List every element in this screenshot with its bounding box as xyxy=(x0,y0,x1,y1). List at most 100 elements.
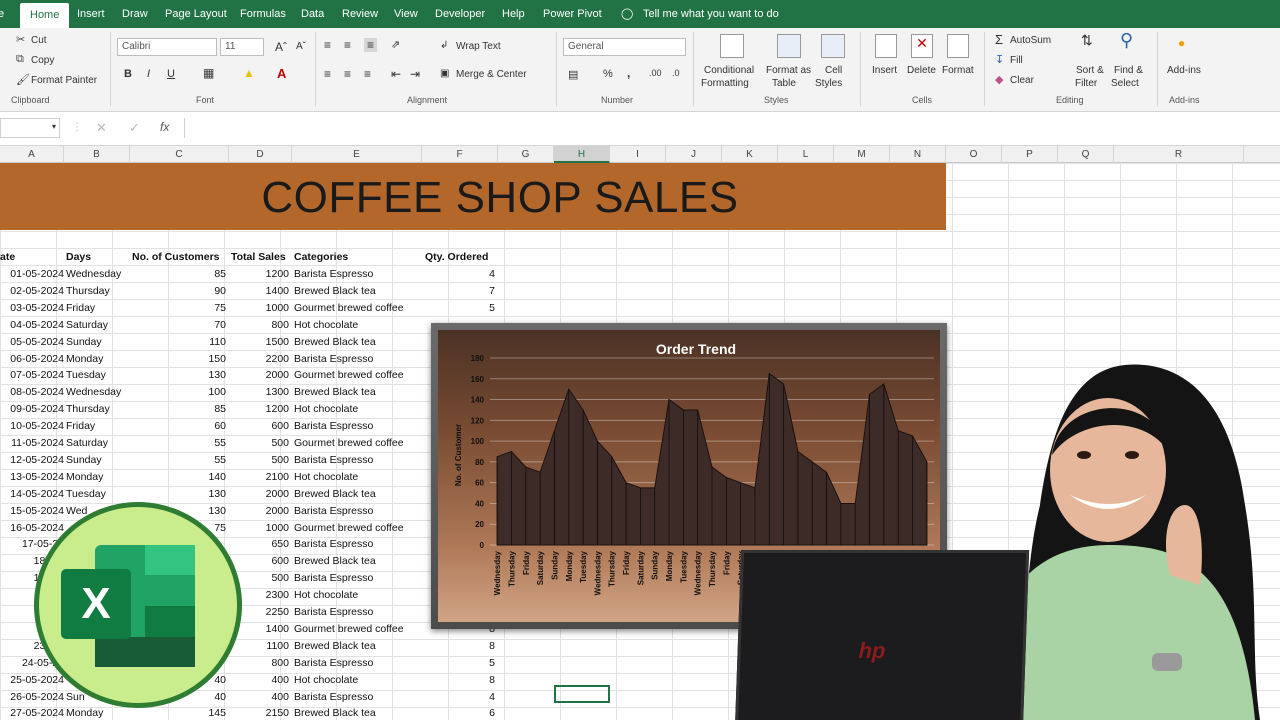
cell-category[interactable]: Gourmet brewed coffee xyxy=(294,435,420,452)
tab-help[interactable]: Help xyxy=(502,0,525,28)
cell-date[interactable]: 02-05-2024 xyxy=(0,283,64,300)
insert-cells-button[interactable]: Insert xyxy=(872,65,897,76)
cell-day[interactable]: Tuesday xyxy=(66,367,128,384)
tell-me-search[interactable]: Tell me what you want to do xyxy=(643,0,779,28)
fill-button[interactable]: Fill xyxy=(1010,55,1023,66)
cell-category[interactable]: Barista Espresso xyxy=(294,418,420,435)
cell-day[interactable]: Sunday xyxy=(66,334,128,351)
cut-button[interactable]: Cut xyxy=(31,35,47,46)
format-cells-icon[interactable] xyxy=(947,34,969,58)
cell-qty[interactable]: 5 xyxy=(424,655,495,672)
decrease-decimal-icon[interactable]: .0 xyxy=(672,68,680,78)
delete-cells-icon[interactable]: ✕ xyxy=(911,34,933,58)
fill-color-icon[interactable]: ▲ xyxy=(243,66,255,80)
cell-customers[interactable]: 75 xyxy=(130,300,226,317)
sort-filter-button[interactable]: Sort & xyxy=(1076,65,1104,76)
increase-font-icon[interactable]: Aˆ xyxy=(275,40,287,54)
tab-view[interactable]: View xyxy=(394,0,418,28)
addins-icon[interactable]: ● xyxy=(1178,36,1185,50)
cell-total-sales[interactable]: 2200 xyxy=(229,351,289,368)
cell-qty[interactable]: 4 xyxy=(424,266,495,283)
cell-category[interactable]: Brewed Black tea xyxy=(294,334,420,351)
insert-function-button[interactable]: fx xyxy=(160,120,169,134)
cell-date[interactable]: 01-05-2024 xyxy=(0,266,64,283)
cell-total-sales[interactable]: 2000 xyxy=(229,367,289,384)
cell-qty[interactable]: 5 xyxy=(424,300,495,317)
clear-button[interactable]: Clear xyxy=(1010,75,1034,86)
drag-handle-icon[interactable]: ⋮ xyxy=(72,122,82,133)
cell-category[interactable]: Barista Espresso xyxy=(294,503,420,520)
eraser-icon[interactable]: ◆ xyxy=(995,73,1003,86)
cell-total-sales[interactable]: 500 xyxy=(229,452,289,469)
cell-qty[interactable]: 7 xyxy=(424,283,495,300)
tab-data[interactable]: Data xyxy=(301,0,324,28)
tab-home[interactable]: Home xyxy=(20,3,70,28)
column-header-k[interactable]: K xyxy=(722,146,778,163)
cell-total-sales[interactable]: 1000 xyxy=(229,520,289,537)
cell-date[interactable]: 13-05-2024 xyxy=(0,469,64,486)
cell-styles-icon[interactable] xyxy=(821,34,845,58)
align-center-icon[interactable]: ≡ xyxy=(344,67,351,81)
cell-category[interactable]: Barista Espresso xyxy=(294,452,420,469)
column-header-d[interactable]: D xyxy=(229,146,292,163)
cell-category[interactable]: Brewed Black tea xyxy=(294,638,420,655)
cell-date[interactable]: 05-05-2024 xyxy=(0,334,64,351)
underline-button[interactable]: U xyxy=(167,68,175,80)
cell-total-sales[interactable]: 1000 xyxy=(229,300,289,317)
format-as-table-icon[interactable] xyxy=(777,34,801,58)
cell-customers[interactable]: 70 xyxy=(130,317,226,334)
cell-total-sales[interactable]: 800 xyxy=(229,317,289,334)
cell-category[interactable]: Brewed Black tea xyxy=(294,283,420,300)
wrap-text-icon[interactable]: ↲ xyxy=(440,40,448,51)
tab-page-layout[interactable]: Page Layout xyxy=(165,0,227,28)
cell-category[interactable]: Brewed Black tea xyxy=(294,486,420,503)
column-header-b[interactable]: B xyxy=(64,146,130,163)
column-header-f[interactable]: F xyxy=(422,146,498,163)
column-header-g[interactable]: G xyxy=(498,146,554,163)
merge-center-button[interactable]: Merge & Center xyxy=(456,69,527,80)
cell-category[interactable]: Hot chocolate xyxy=(294,401,420,418)
sort-filter-label[interactable]: Filter xyxy=(1075,78,1097,89)
cell-total-sales[interactable]: 2100 xyxy=(229,469,289,486)
cell-total-sales[interactable]: 1400 xyxy=(229,283,289,300)
cell-date[interactable]: 10-05-2024 xyxy=(0,418,64,435)
column-header-q[interactable]: Q xyxy=(1058,146,1114,163)
column-header-l[interactable]: L xyxy=(778,146,834,163)
find-select-button[interactable]: Find & xyxy=(1114,65,1143,76)
tab-draw[interactable]: Draw xyxy=(122,0,148,28)
cell-total-sales[interactable]: 400 xyxy=(229,689,289,706)
copy-icon[interactable]: ⧉ xyxy=(16,53,24,66)
autosum-button[interactable]: AutoSum xyxy=(1010,35,1051,46)
currency-icon[interactable]: ▤ xyxy=(568,68,578,81)
cell-day[interactable]: Monday xyxy=(66,469,128,486)
cell-category[interactable]: Hot chocolate xyxy=(294,587,420,604)
lightbulb-icon[interactable]: ◯ xyxy=(621,0,633,28)
number-format-select[interactable]: General xyxy=(563,38,686,56)
italic-button[interactable]: I xyxy=(147,68,150,80)
font-size-select[interactable]: 11 xyxy=(220,38,264,56)
cell-category[interactable]: Barista Espresso xyxy=(294,604,420,621)
cell-category[interactable]: Barista Espresso xyxy=(294,351,420,368)
cell-qty[interactable]: 4 xyxy=(424,689,495,706)
cell-customers[interactable]: 150 xyxy=(130,351,226,368)
magnifier-icon[interactable]: ⚲ xyxy=(1120,30,1133,51)
align-left-icon[interactable]: ≡ xyxy=(324,67,331,81)
delete-cells-button[interactable]: Delete xyxy=(907,65,936,76)
fill-icon[interactable]: ↧ xyxy=(995,53,1004,66)
cell-date[interactable]: 09-05-2024 xyxy=(0,401,64,418)
cell-styles-label[interactable]: Styles xyxy=(815,78,842,89)
conditional-formatting-label[interactable]: Formatting xyxy=(701,78,749,89)
cell-customers[interactable]: 85 xyxy=(130,266,226,283)
column-header-i[interactable]: I xyxy=(610,146,666,163)
column-header-j[interactable]: J xyxy=(666,146,722,163)
cell-customers[interactable]: 55 xyxy=(130,452,226,469)
cell-qty[interactable]: 8 xyxy=(424,672,495,689)
font-name-select[interactable]: Calibri xyxy=(117,38,217,56)
tab-developer[interactable]: Developer xyxy=(435,0,485,28)
cell-category[interactable]: Barista Espresso xyxy=(294,266,420,283)
scissors-icon[interactable]: ✂ xyxy=(16,33,25,46)
cell-total-sales[interactable]: 1300 xyxy=(229,384,289,401)
cell-day[interactable]: Tuesday xyxy=(66,486,128,503)
bold-button[interactable]: B xyxy=(124,68,132,80)
cell-day[interactable]: Monday xyxy=(66,351,128,368)
